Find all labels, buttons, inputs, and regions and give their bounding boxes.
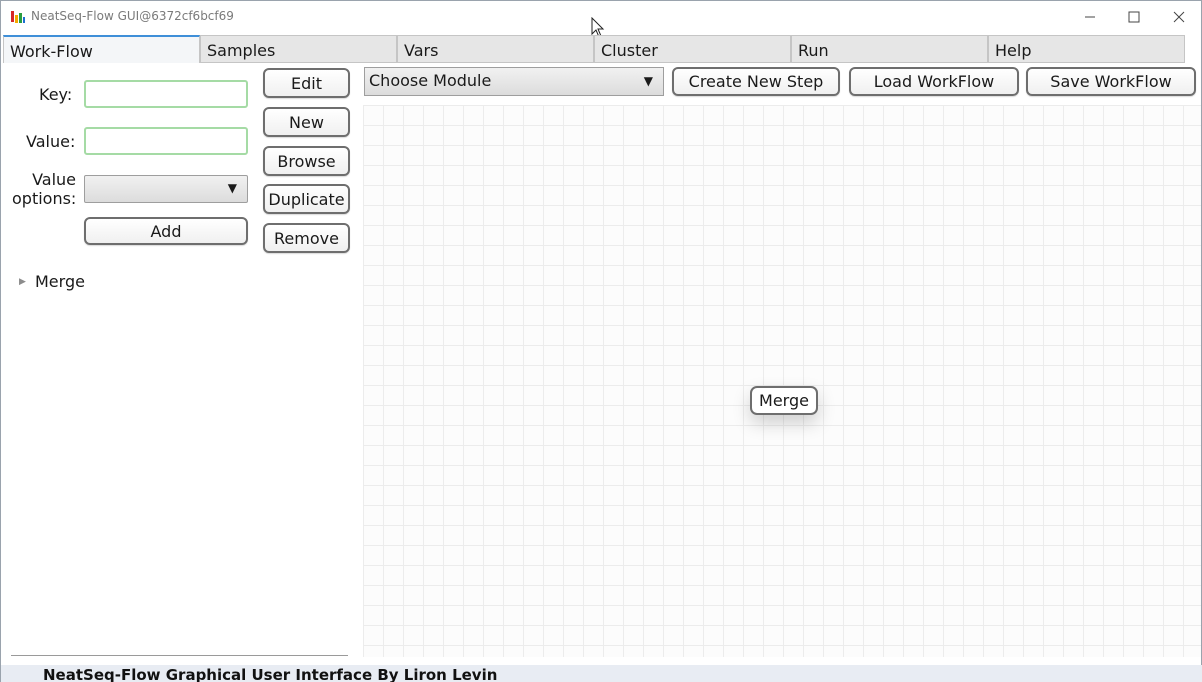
add-button[interactable]: Add	[84, 217, 248, 245]
tab-vars[interactable]: Vars	[397, 35, 594, 63]
value-options-label-line1: Value	[32, 170, 76, 189]
tab-run[interactable]: Run	[791, 35, 988, 63]
dropdown-arrow-icon: ▼	[227, 181, 237, 195]
key-input[interactable]	[84, 80, 248, 108]
workflow-canvas[interactable]	[363, 105, 1201, 657]
status-text: NeatSeq-Flow Graphical User Interface By…	[43, 666, 498, 682]
browse-button[interactable]: Browse	[263, 146, 350, 176]
remove-button[interactable]: Remove	[263, 223, 350, 253]
tree-item-label: Merge	[35, 272, 85, 291]
status-bar: NeatSeq-Flow Graphical User Interface By…	[1, 665, 1202, 682]
load-workflow-button[interactable]: Load WorkFlow	[849, 67, 1019, 96]
value-options-select[interactable]: ▼	[84, 175, 248, 203]
tab-work-flow[interactable]: Work-Flow	[3, 35, 200, 63]
workflow-node-merge[interactable]: Merge	[750, 386, 818, 415]
close-button[interactable]	[1156, 1, 1202, 33]
maximize-icon	[1128, 11, 1140, 23]
tab-cluster[interactable]: Cluster	[594, 35, 791, 63]
create-new-step-button[interactable]: Create New Step	[672, 67, 840, 96]
tab-samples[interactable]: Samples	[200, 35, 397, 63]
maximize-button[interactable]	[1111, 1, 1157, 33]
close-icon	[1173, 11, 1185, 23]
left-panel-scrollbar[interactable]	[11, 655, 348, 658]
expand-triangle-icon[interactable]: ▶	[19, 277, 35, 287]
save-workflow-button[interactable]: Save WorkFlow	[1026, 67, 1196, 96]
new-button[interactable]: New	[263, 107, 350, 137]
tab-bar: Work-Flow Samples Vars Cluster Run Help	[3, 35, 1187, 63]
choose-module-value: Choose Module	[369, 71, 492, 90]
minimize-icon	[1085, 16, 1095, 18]
value-input[interactable]	[84, 127, 248, 155]
window-title: NeatSeq-Flow GUI@6372cf6bcf69	[31, 9, 234, 23]
neatseq-app-icon	[11, 11, 25, 23]
value-options-label-line2: options:	[12, 189, 77, 208]
title-bar: NeatSeq-Flow GUI@6372cf6bcf69	[1, 1, 1202, 38]
tab-help[interactable]: Help	[988, 35, 1185, 63]
tree-item-merge[interactable]: ▶ Merge	[19, 272, 85, 291]
key-label: Key:	[39, 85, 73, 104]
duplicate-button[interactable]: Duplicate	[263, 184, 350, 214]
edit-button[interactable]: Edit	[263, 68, 350, 98]
dropdown-arrow-icon: ▼	[643, 74, 653, 88]
minimize-button[interactable]	[1067, 1, 1113, 33]
value-label: Value:	[26, 132, 76, 151]
choose-module-select[interactable]: Choose Module ▼	[364, 67, 664, 96]
app-window: NeatSeq-Flow GUI@6372cf6bcf69 Work-Flow …	[0, 0, 1202, 682]
